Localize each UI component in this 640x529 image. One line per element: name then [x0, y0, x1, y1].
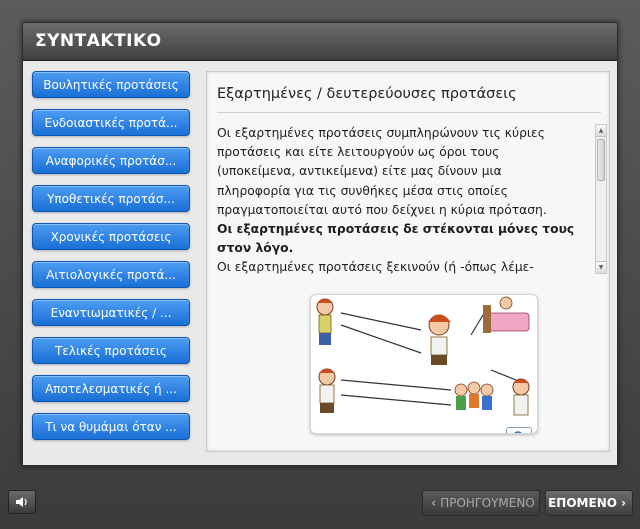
zoom-button[interactable] [506, 427, 532, 433]
topic-button-anaforikes[interactable]: Αναφορικές προτάσ... [32, 147, 190, 174]
previous-label: ΠΡΟΗΓΟΥΜΕΝΟ [440, 496, 535, 510]
cartoon-illustration [310, 294, 538, 434]
illustration-drawing [316, 296, 530, 416]
paragraph-intro: Οι εξαρτημένες προτάσεις συμπληρώνουν τι… [217, 126, 547, 217]
footer-bar: ‹ ΠΡΟΗΓΟΥΜΕΝΟ ΕΠΟΜΕΝΟ › [0, 478, 640, 529]
audio-toggle-button[interactable] [8, 490, 36, 514]
chevron-right-icon: › [620, 496, 626, 510]
content-panel: Εξαρτημένες / δευτερεύουσες προτάσεις Οι… [206, 71, 610, 452]
player-frame: ΣΥΝΤΑΚΤΙΚΟ Βουλητικές προτάσεις Ενδοιαστ… [0, 0, 640, 529]
topic-button-apotelesmatikes[interactable]: Αποτελεσματικές ή ... [32, 375, 190, 402]
topic-button-aitiologikes[interactable]: Αιτιολογικές προτά... [32, 261, 190, 288]
chevron-left-icon: ‹ [431, 496, 437, 510]
topic-button-xronikes[interactable]: Χρονικές προτάσεις [32, 223, 190, 250]
topic-button-ti-na-thymamai[interactable]: Τι να θυμάμαι όταν ... [32, 413, 190, 440]
paragraph-continued: Οι εξαρτημένες προτάσεις ξεκινούν (ή -όπ… [217, 260, 534, 275]
scroll-up-arrow-icon[interactable]: ▲ [596, 125, 606, 137]
main-panel: ΣΥΝΤΑΚΤΙΚΟ Βουλητικές προτάσεις Ενδοιαστ… [22, 22, 618, 466]
topic-button-telikes[interactable]: Τελικές προτάσεις [32, 337, 190, 364]
title-divider [217, 112, 601, 113]
window-title: ΣΥΝΤΑΚΤΙΚΟ [35, 31, 162, 51]
topic-button-ypothetikes[interactable]: Υποθετικές προτάσ... [32, 185, 190, 212]
text-scrollbar[interactable]: ▲ ▼ [595, 124, 607, 274]
magnifier-icon [514, 431, 522, 433]
scroll-thumb[interactable] [597, 139, 605, 181]
previous-button[interactable]: ‹ ΠΡΟΗΓΟΥΜΕΝΟ [422, 490, 540, 516]
speaker-icon [16, 497, 27, 507]
topic-button-enantiomatikes[interactable]: Εναντιωματικές / ... [32, 299, 190, 326]
content-title: Εξαρτημένες / δευτερεύουσες προτάσεις [217, 86, 517, 102]
next-button[interactable]: ΕΠΟΜΕΝΟ › [545, 490, 633, 516]
topic-button-endoiastikes[interactable]: Ενδοιαστικές προτά... [32, 109, 190, 136]
paragraph-bold: Οι εξαρτημένες προτάσεις δε στέκονται μό… [217, 222, 575, 256]
topic-button-voulitikes[interactable]: Βουλητικές προτάσεις [32, 71, 190, 98]
text-scroll-area[interactable]: Οι εξαρτημένες προτάσεις συμπληρώνουν τι… [217, 124, 577, 282]
title-bar: ΣΥΝΤΑΚΤΙΚΟ [23, 23, 617, 61]
next-label: ΕΠΟΜΕΝΟ [548, 496, 617, 510]
scroll-down-arrow-icon[interactable]: ▼ [596, 261, 606, 273]
